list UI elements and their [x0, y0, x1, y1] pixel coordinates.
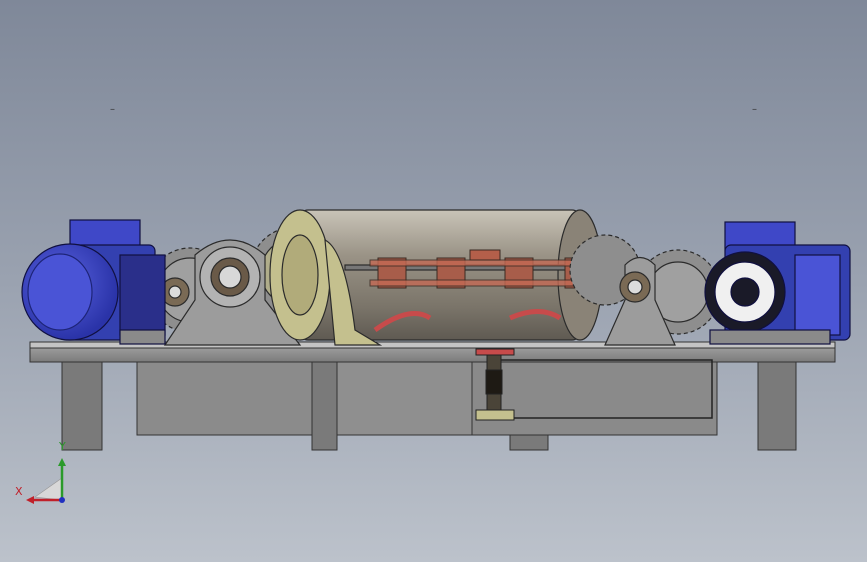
cad-viewport[interactable]: – – X Y — [0, 0, 867, 562]
reference-marker-right: – — [752, 104, 757, 115]
z-axis-dot — [59, 497, 65, 503]
frame-base — [29, 341, 836, 436]
reference-marker-left: – — [110, 104, 115, 115]
triad-x-label: X — [15, 485, 23, 498]
triad-y-label: Y — [59, 440, 66, 453]
assembly-model-view[interactable] — [0, 0, 867, 562]
coordinate-triad — [26, 458, 66, 504]
right-motor — [704, 221, 851, 345]
left-motor — [21, 219, 166, 345]
